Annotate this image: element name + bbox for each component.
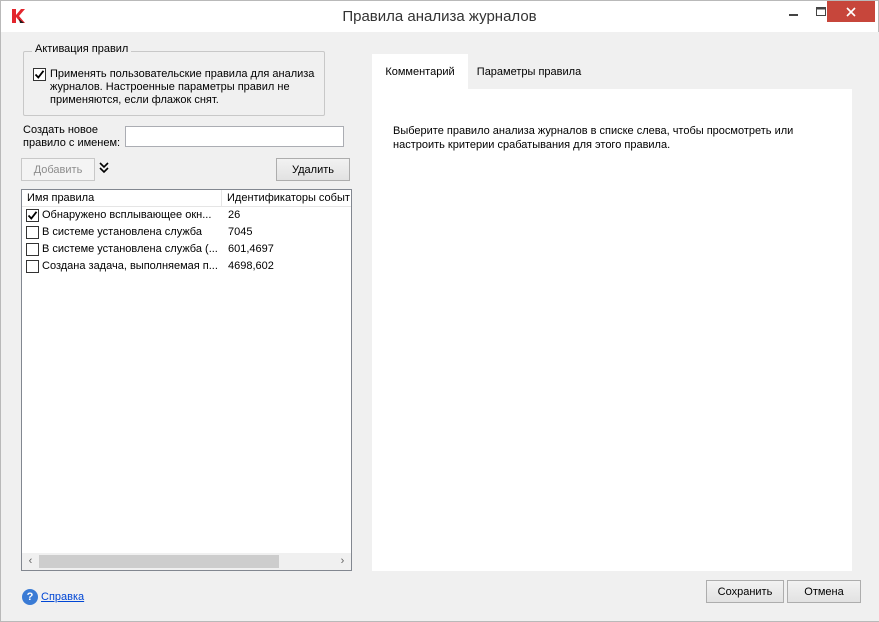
rule-event-ids: 7045 <box>228 226 253 238</box>
tab-strip: Комментарий Параметры правила <box>372 54 852 90</box>
maximize-icon <box>816 6 826 16</box>
apply-rules-label: Применять пользовательские правила для а… <box>50 68 315 106</box>
list-item[interactable]: Обнаружено всплывающее окн... 26 <box>22 207 351 224</box>
scroll-left-icon[interactable]: ‹ <box>22 553 39 570</box>
close-icon <box>846 6 856 17</box>
new-rule-label: Создать новое правило с именем: <box>23 124 121 149</box>
column-header-event-ids[interactable]: Идентификаторы событ <box>222 190 351 207</box>
scroll-right-icon[interactable]: › <box>334 553 351 570</box>
checkmark-icon <box>27 211 38 220</box>
column-header-name[interactable]: Имя правила <box>22 190 222 207</box>
rule-event-ids: 4698,602 <box>228 260 274 272</box>
horizontal-scrollbar[interactable]: ‹ › <box>22 553 351 570</box>
rule-checkbox[interactable] <box>26 243 39 256</box>
add-rule-button[interactable]: Добавить <box>21 158 95 181</box>
rule-checkbox[interactable] <box>26 260 39 273</box>
window-title: Правила анализа журналов <box>342 8 537 25</box>
minimize-button[interactable] <box>780 1 808 22</box>
checkmark-icon <box>34 70 45 79</box>
apply-rules-checkbox[interactable] <box>33 68 46 81</box>
close-button[interactable] <box>827 1 875 22</box>
rule-name: Создана задача, выполняемая п... <box>42 260 218 272</box>
dialog-window: Правила анализа журналов Активация прави… <box>0 0 879 622</box>
list-item[interactable]: Создана задача, выполняемая п... 4698,60… <box>22 258 351 275</box>
minimize-icon <box>789 13 798 16</box>
dialog-body: Активация правил Применять пользовательс… <box>2 32 879 621</box>
list-item[interactable]: В системе установлена служба 7045 <box>22 224 351 241</box>
scrollbar-thumb[interactable] <box>39 555 279 568</box>
rules-list[interactable]: Имя правила Идентификаторы событ Обнаруж… <box>21 189 352 571</box>
title-bar[interactable]: Правила анализа журналов <box>1 1 878 32</box>
rule-name: В системе установлена служба <box>42 226 202 238</box>
rule-checkbox[interactable] <box>26 209 39 222</box>
expand-options-icon[interactable] <box>98 162 110 176</box>
save-button[interactable]: Сохранить <box>706 580 784 603</box>
tab-rule-parameters[interactable]: Параметры правила <box>470 54 588 90</box>
tab-comment[interactable]: Комментарий <box>372 54 468 90</box>
new-rule-name-input[interactable] <box>125 126 344 147</box>
rule-name: Обнаружено всплывающее окн... <box>42 209 212 221</box>
rule-event-ids: 26 <box>228 209 241 221</box>
activation-group-legend: Активация правил <box>32 43 132 55</box>
help-icon[interactable]: ? <box>22 589 38 605</box>
cancel-button[interactable]: Отмена <box>787 580 861 603</box>
rule-event-ids: 601,4697 <box>228 243 274 255</box>
comment-text: Выберите правило анализа журналов в спис… <box>393 125 794 151</box>
rule-checkbox[interactable] <box>26 226 39 239</box>
comment-panel: Выберите правило анализа журналов в спис… <box>372 89 852 571</box>
help-link[interactable]: Справка <box>41 589 84 605</box>
rules-list-header: Имя правила Идентификаторы событ <box>22 190 351 207</box>
list-item[interactable]: В системе установлена служба (... 601,46… <box>22 241 351 258</box>
rule-name: В системе установлена служба (... <box>42 243 218 255</box>
delete-rule-button[interactable]: Удалить <box>276 158 350 181</box>
